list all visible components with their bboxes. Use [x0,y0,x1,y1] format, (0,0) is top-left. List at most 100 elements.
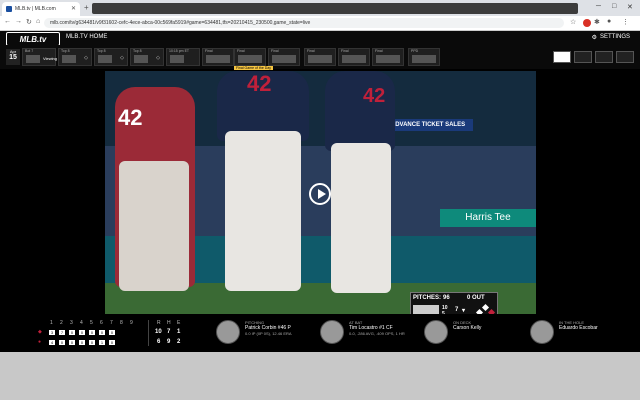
away-inning-runs: 0 [69,330,75,335]
settings-button[interactable]: ⚙ SETTINGS [592,34,630,41]
home-inning-runs: 0 [69,340,75,345]
game-tile[interactable]: Final [234,48,266,66]
game-status: Final [341,49,349,53]
gear-icon: ⚙ [591,35,597,41]
inning-header: 2 [60,320,63,326]
home-inning-runs: 0 [79,340,85,345]
game-thumbnail [272,55,296,63]
minimize-icon[interactable]: ─ [596,3,601,10]
layout-single-button[interactable] [553,51,571,63]
logo-text: MLB.tv [19,34,47,44]
home-runs: 6 [157,339,161,345]
game-tile-active[interactable]: Bot 7 Viewing [22,48,57,66]
bases-icon [475,303,496,314]
back-icon[interactable]: ← [4,18,11,25]
home-icon[interactable]: ⌂ [36,18,40,25]
stadium-sign: Harris Tee [440,209,536,227]
new-tab-icon[interactable]: + [84,3,89,12]
stadium-banner: ADVANCE TICKET SALES [383,119,473,131]
home-hits: 9 [167,339,171,345]
away-inning-runs: 0 [79,330,85,335]
game-tile[interactable]: 10:15 pm ET [166,48,200,66]
away-hits: 7 [167,329,171,335]
game-thumbnail [376,55,400,63]
game-tile[interactable]: Top 8 ◇ [94,48,128,66]
maximize-icon[interactable]: □ [612,3,616,10]
puzzle-icon[interactable]: ✱ [594,18,600,26]
inning-header: 3 [70,320,73,326]
away-inning-runs: 0 [89,330,95,335]
game-thumbnail [98,55,112,63]
game-tile[interactable]: Final [338,48,370,66]
inning-header: 4 [80,320,83,326]
game-tile[interactable]: Final [372,48,404,66]
game-status: Bot 7 [25,49,34,53]
game-strip: Apr 15 Bot 7 Viewing Top 8 ◇ Top 8 ◇ Top 8… [0,45,640,70]
game-thumbnail [134,55,148,63]
game-thumbnail [238,55,262,63]
profile-icon[interactable]: ● [607,18,611,25]
game-status: Top 8 [61,49,70,53]
layout-split-button[interactable] [574,51,592,63]
base-diamond-icon: ◇ [84,55,88,61]
reload-icon[interactable]: ↻ [26,18,32,26]
close-icon[interactable]: ✕ [71,5,76,12]
game-tile[interactable]: Final [268,48,300,66]
tab-strip [92,3,578,14]
game-tile[interactable]: Final [202,48,234,66]
play-button-icon[interactable] [309,183,331,205]
browser-tab[interactable]: MLB.tv | MLB.com ✕ [2,2,80,16]
browser-tab-bar: MLB.tv | MLB.com ✕ + ─ □ ✕ [0,0,640,16]
game-status: PPD [411,49,419,53]
game-thumbnail [412,55,436,63]
away-inning-runs: 0 [109,330,115,335]
pitching-info[interactable]: PITCHING Patrick Corbin #46 P 0.0 IP (0P… [216,320,292,344]
outs: 0 OUT [467,295,485,301]
date-picker[interactable]: Apr 15 [6,49,20,65]
video-player[interactable]: ADVANCE TICKET SALES Harris Tee 42 42 42… [105,71,536,314]
on-deck-info[interactable]: ON DECK Carson Kelly [424,320,481,344]
close-window-icon[interactable]: ✕ [627,3,633,11]
home-inning-runs: 0 [59,340,65,345]
mlbtv-home-link[interactable]: MLB.TV HOME [66,34,107,40]
game-tile[interactable]: Final [304,48,336,66]
pitch-count: 96 [443,295,450,301]
game-tile[interactable]: Top 8 ◇ [58,48,92,66]
home-errors: 2 [177,339,181,345]
in-hole-info[interactable]: IN THE HOLE Eduardo Escobar [530,320,598,344]
game-thumbnail [26,55,40,63]
layout-switcher [553,51,634,63]
bookmark-star-icon[interactable]: ☆ [570,18,576,26]
avatar [216,320,240,344]
home-inning-runs: 0 [109,340,115,345]
forward-icon[interactable]: → [15,18,22,25]
game-status: Top 8 [97,49,106,53]
home-score: 5 [442,311,445,314]
url-input[interactable]: mlb.com/tv/g634481/v9f31602-cefc-4ece-ab… [44,18,564,28]
tab-title: MLB.tv | MLB.com [15,6,56,12]
game-tile[interactable]: Top 8 ◇ [130,48,164,66]
player-stats: 0-0, .286 AVG, .409 OPS, 1 HR [349,331,405,336]
layout-triple-button[interactable] [595,51,613,63]
mlb-favicon-icon [6,6,12,12]
address-bar: ← → ↻ ⌂ mlb.com/tv/g634481/v9f31602-cefc… [0,16,640,31]
score-bug: PITCHES: 96 0 OUT 10 5 7 ▾ [410,292,498,314]
base-diamond-icon: ◇ [156,55,160,61]
inning-header: 7 [110,320,113,326]
player-name: Carson Kelly [453,325,482,331]
home-inning-runs: 1 [99,340,105,345]
mlbtv-logo[interactable]: MLB.tv [6,32,60,46]
at-bat-info[interactable]: AT BAT Tim Locastro #1 CF 0-0, .286 AVG,… [320,320,405,344]
extension-icon[interactable] [583,19,591,27]
game-status: Final [307,49,315,53]
game-thumbnail [170,55,184,63]
mlbtv-app: MLB.tv MLB.TV HOME ⚙ SETTINGS Apr 15 Bot… [0,31,640,352]
third-base [475,308,484,314]
game-tile[interactable]: PPD [408,48,440,66]
player-stats: 0.0 IP (0P 0S), 12.46 ERA [245,331,292,336]
player-center-pants [225,131,301,291]
menu-dots-icon[interactable]: ⋮ [622,18,629,26]
layout-quad-button[interactable] [616,51,634,63]
first-base [487,308,496,314]
avatar [424,320,448,344]
